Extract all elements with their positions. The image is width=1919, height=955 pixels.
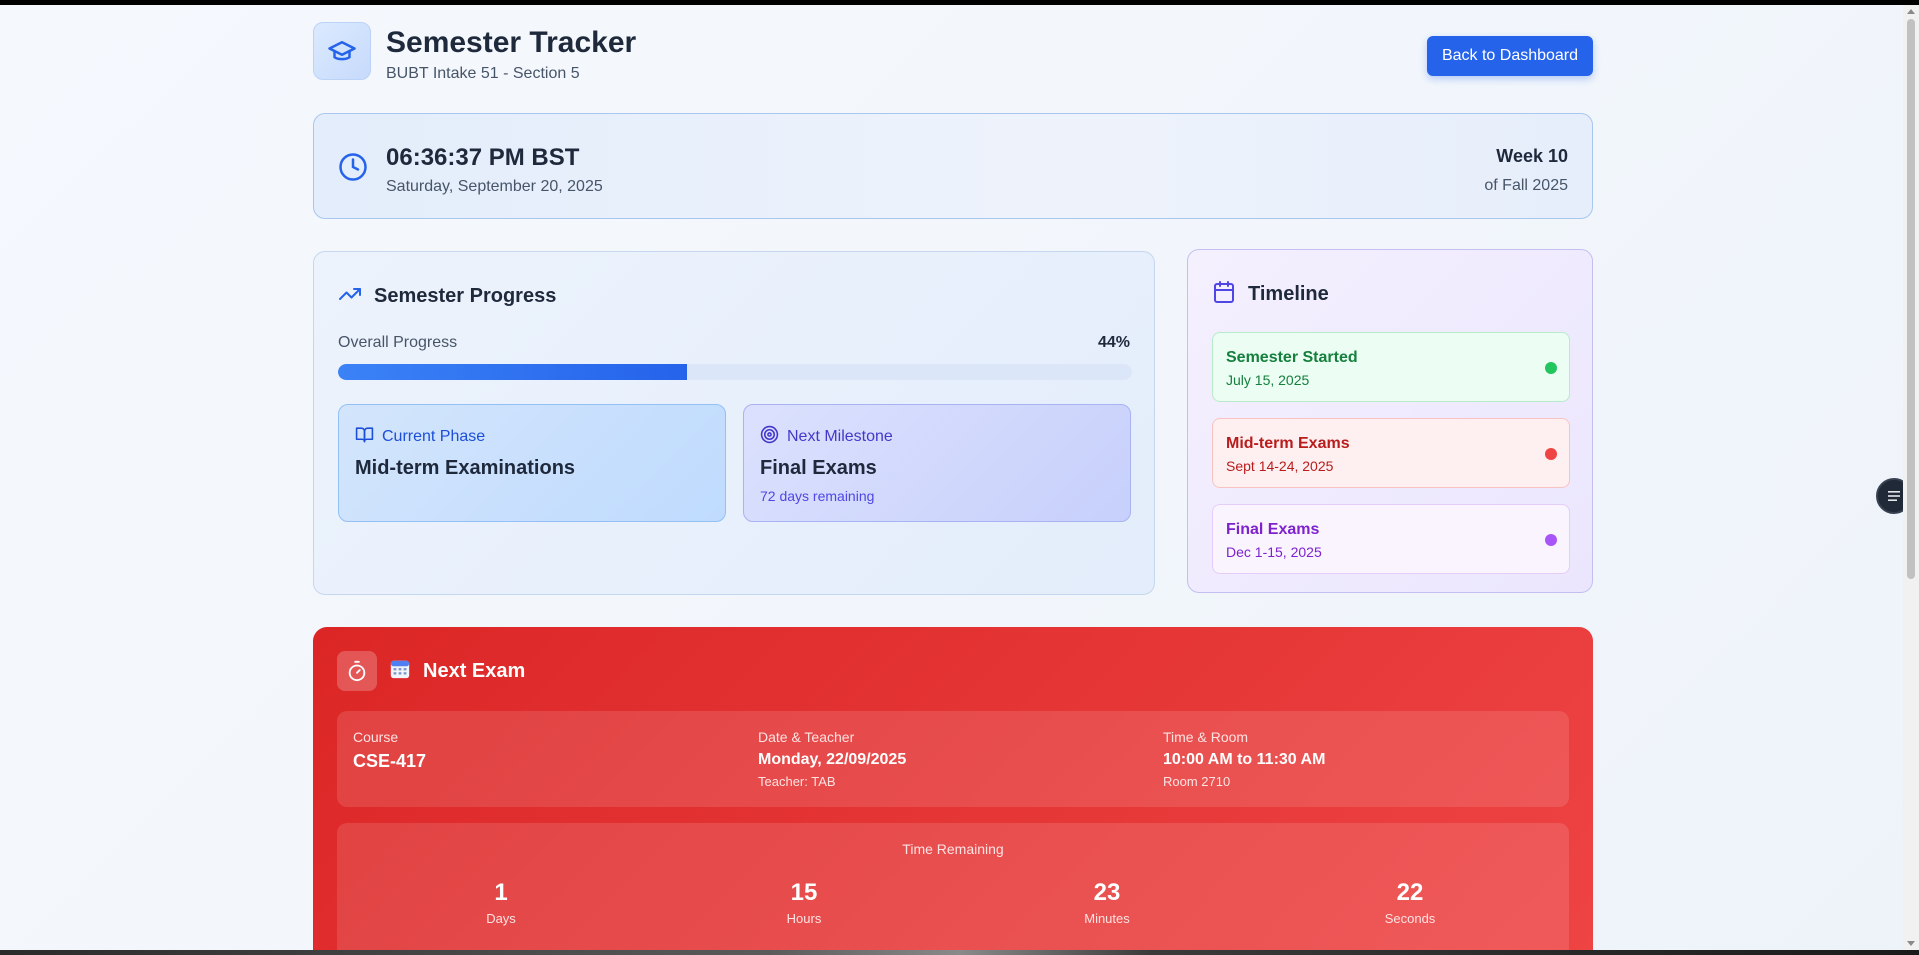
week-number: Week 10 xyxy=(1496,146,1568,166)
vertical-scrollbar[interactable] xyxy=(1903,5,1919,950)
page-viewport: Semester Tracker BUBT Intake 51 - Sectio… xyxy=(0,5,1903,950)
timeline-item-date: July 15, 2025 xyxy=(1226,372,1310,388)
timeline-item-date: Dec 1-15, 2025 xyxy=(1226,544,1322,560)
countdown-unit: Seconds xyxy=(1384,911,1436,926)
exam-teacher: Teacher: TAB xyxy=(758,774,836,789)
countdown-unit: Hours xyxy=(786,911,822,926)
next-exam-header: Next Exam xyxy=(337,651,525,691)
app-subtitle: BUBT Intake 51 - Section 5 xyxy=(386,65,580,82)
progress-heading-text: Semester Progress xyxy=(374,285,557,307)
countdown-value: 15 xyxy=(790,879,818,906)
overall-progress-percent: 44% xyxy=(1097,334,1130,351)
next-exam-title: Next Exam xyxy=(423,659,526,682)
exam-info-panel: Course CSE-417 Date & Teacher Monday, 22… xyxy=(337,711,1569,807)
current-phase-header: Current Phase xyxy=(355,425,485,449)
exam-time: 10:00 AM to 11:30 AM xyxy=(1163,751,1326,768)
course-column: Course CSE-417 xyxy=(353,729,426,772)
next-milestone-label: Next Milestone xyxy=(787,428,893,445)
date-teacher-label: Date & Teacher xyxy=(758,729,855,745)
scroll-up-arrow-icon[interactable] xyxy=(1907,9,1915,14)
calendar-icon xyxy=(1212,280,1236,309)
status-dot xyxy=(1545,362,1557,374)
exam-room: Room 2710 xyxy=(1163,774,1231,789)
next-milestone-box: Next Milestone Final Exams 72 days remai… xyxy=(743,404,1131,522)
scrollbar-thumb[interactable] xyxy=(1907,19,1915,579)
clock-card: 06:36:37 PM BST Saturday, September 20, … xyxy=(313,113,1593,219)
timer-icon xyxy=(337,651,377,691)
timeline-item-final-exams: Final Exams Dec 1-15, 2025 xyxy=(1212,504,1570,574)
timeline-item-date: Sept 14-24, 2025 xyxy=(1226,458,1334,474)
countdown-unit: Minutes xyxy=(1084,911,1130,926)
countdown-minutes: 23 Minutes xyxy=(1057,879,1157,926)
countdown-unit: Days xyxy=(486,911,516,926)
time-room-column: Time & Room 10:00 AM to 11:30 AM Room 27… xyxy=(1163,729,1325,789)
page-header: Semester Tracker BUBT Intake 51 - Sectio… xyxy=(313,22,1593,82)
countdown-seconds: 22 Seconds xyxy=(1360,879,1460,926)
target-icon xyxy=(760,425,779,449)
current-phase-box: Current Phase Mid-term Examinations xyxy=(338,404,726,522)
timeline-item-title: Semester Started xyxy=(1226,349,1358,366)
countdown-panel: Time Remaining 1 Days 15 Hours 23 Minute… xyxy=(337,823,1569,950)
menu-icon xyxy=(1888,491,1900,501)
calendar-emoji-icon xyxy=(389,658,411,685)
countdown-value: 23 xyxy=(1093,879,1121,906)
progress-heading: Semester Progress xyxy=(338,282,556,311)
overall-progress-label: Overall Progress xyxy=(338,334,458,351)
timeline-item-title: Final Exams xyxy=(1226,521,1320,538)
graduation-cap-icon xyxy=(313,22,371,80)
current-phase-label: Current Phase xyxy=(382,428,486,445)
trending-up-icon xyxy=(338,282,362,311)
taskbar-strip xyxy=(0,950,1919,955)
current-date: Saturday, September 20, 2025 xyxy=(386,178,603,195)
timeline-card: Timeline Semester Started July 15, 2025 … xyxy=(1187,249,1593,593)
course-code: CSE-417 xyxy=(353,751,427,771)
days-remaining: 72 days remaining xyxy=(760,488,875,504)
app-title: Semester Tracker xyxy=(386,26,637,59)
countdown-days: 1 Days xyxy=(451,879,551,926)
next-milestone-header: Next Milestone xyxy=(760,425,893,449)
next-milestone-title: Final Exams xyxy=(760,457,877,479)
term-label: of Fall 2025 xyxy=(1484,177,1568,194)
scroll-down-arrow-icon[interactable] xyxy=(1907,941,1915,946)
status-dot xyxy=(1545,534,1557,546)
countdown-hours: 15 Hours xyxy=(754,879,854,926)
timeline-heading-text: Timeline xyxy=(1248,283,1329,305)
time-room-label: Time & Room xyxy=(1163,729,1249,745)
timeline-item-midterm-exams: Mid-term Exams Sept 14-24, 2025 xyxy=(1212,418,1570,488)
timeline-item-title: Mid-term Exams xyxy=(1226,435,1350,452)
countdown-value: 22 xyxy=(1396,879,1424,906)
timeline-heading: Timeline xyxy=(1212,280,1329,309)
countdown-title: Time Remaining xyxy=(902,841,1004,857)
countdown-value: 1 xyxy=(494,879,508,906)
timeline-item-semester-started: Semester Started July 15, 2025 xyxy=(1212,332,1570,402)
back-to-dashboard-button[interactable]: Back to Dashboard xyxy=(1427,36,1593,76)
semester-progress-card: Semester Progress Overall Progress 44% C… xyxy=(313,251,1155,595)
exam-date: Monday, 22/09/2025 xyxy=(758,751,907,768)
status-dot xyxy=(1545,448,1557,460)
progress-bar xyxy=(338,364,1132,380)
date-teacher-column: Date & Teacher Monday, 22/09/2025 Teache… xyxy=(758,729,906,789)
next-exam-card: Next Exam Course CSE-417 Date & Teacher … xyxy=(313,627,1593,950)
book-open-icon xyxy=(355,425,374,449)
current-time: 06:36:37 PM BST xyxy=(386,144,580,171)
clock-icon xyxy=(338,152,368,187)
course-label: Course xyxy=(353,729,399,745)
progress-bar-fill xyxy=(338,364,688,380)
current-phase-title: Mid-term Examinations xyxy=(355,457,576,479)
